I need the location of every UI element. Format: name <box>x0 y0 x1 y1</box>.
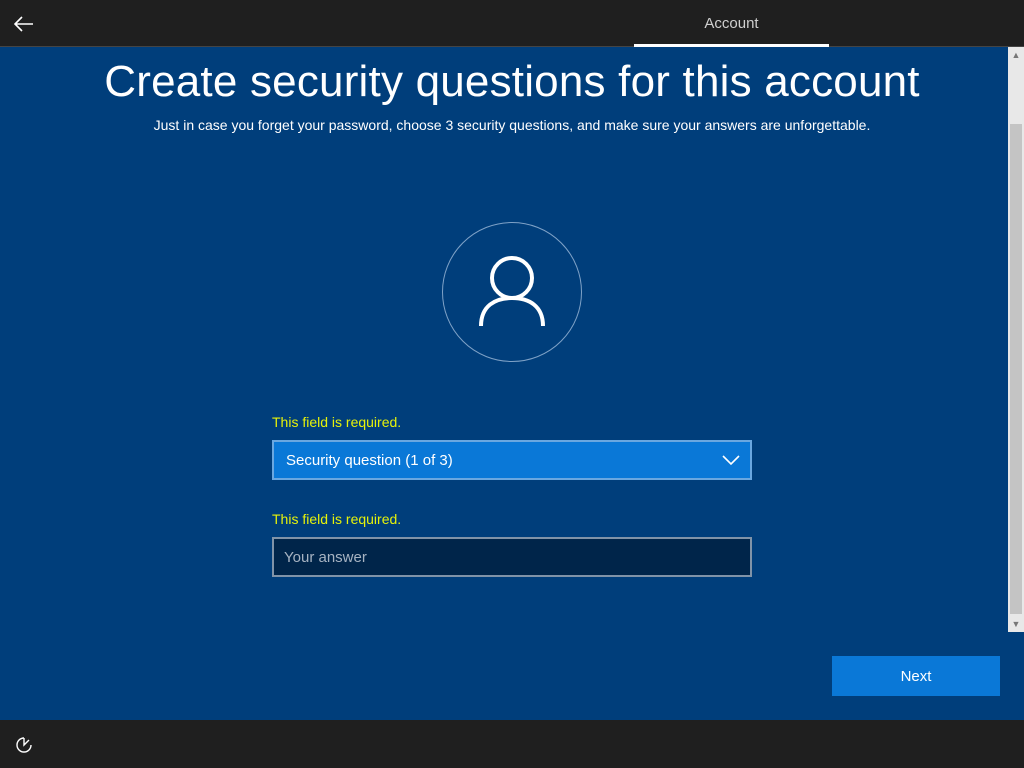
back-button[interactable] <box>8 8 40 40</box>
main-content: Create security questions for this accou… <box>0 47 1008 720</box>
security-question-dropdown[interactable]: Security question (1 of 3) <box>272 440 752 480</box>
page-title: Create security questions for this accou… <box>104 57 920 106</box>
chevron-down-icon <box>722 455 740 466</box>
security-question-selected: Security question (1 of 3) <box>286 451 453 469</box>
ease-of-access-icon <box>16 737 32 753</box>
page-subtitle: Just in case you forget your password, c… <box>153 117 871 133</box>
user-icon <box>479 256 545 327</box>
vertical-scrollbar[interactable]: ▲ ▼ <box>1008 47 1024 632</box>
scroll-thumb[interactable] <box>1010 124 1022 614</box>
top-bar: Account <box>0 0 1024 47</box>
avatar <box>442 222 582 362</box>
scroll-down-arrow-icon[interactable]: ▼ <box>1008 616 1024 632</box>
bottom-bar <box>0 720 1024 768</box>
ease-of-access-button[interactable] <box>12 734 36 756</box>
back-arrow-icon <box>14 16 33 32</box>
tab-account: Account <box>704 15 759 32</box>
answer-error-message: This field is required. <box>272 511 402 527</box>
scroll-up-arrow-icon[interactable]: ▲ <box>1008 47 1024 63</box>
answer-input[interactable] <box>272 537 752 577</box>
next-button[interactable]: Next <box>832 656 1000 696</box>
question-error-message: This field is required. <box>272 414 402 430</box>
